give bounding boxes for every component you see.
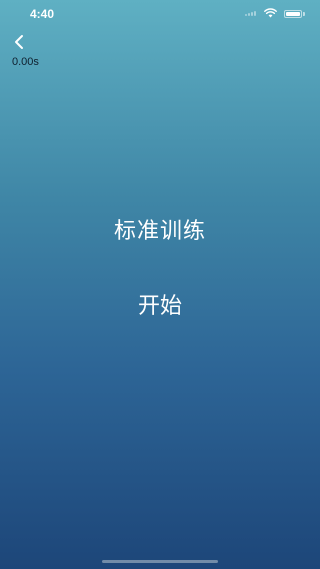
cellular-signal-icon [245,11,259,16]
battery-level [286,12,300,16]
battery-icon [284,10,302,18]
elapsed-timer: 0.00s [12,56,39,68]
chevron-left-icon [15,35,23,49]
training-mode-title: 标准训练 [113,219,206,244]
back-button[interactable] [10,32,30,52]
status-time: 4:40 [30,7,55,21]
battery-tip [303,12,305,16]
home-indicator[interactable] [102,560,218,563]
start-button[interactable]: 开始 [110,290,210,324]
training-screen: 4:40 0.00s 标准训练 开始 [0,0,320,569]
status-bar: 4:40 [0,0,320,26]
wifi-icon [264,8,277,18]
